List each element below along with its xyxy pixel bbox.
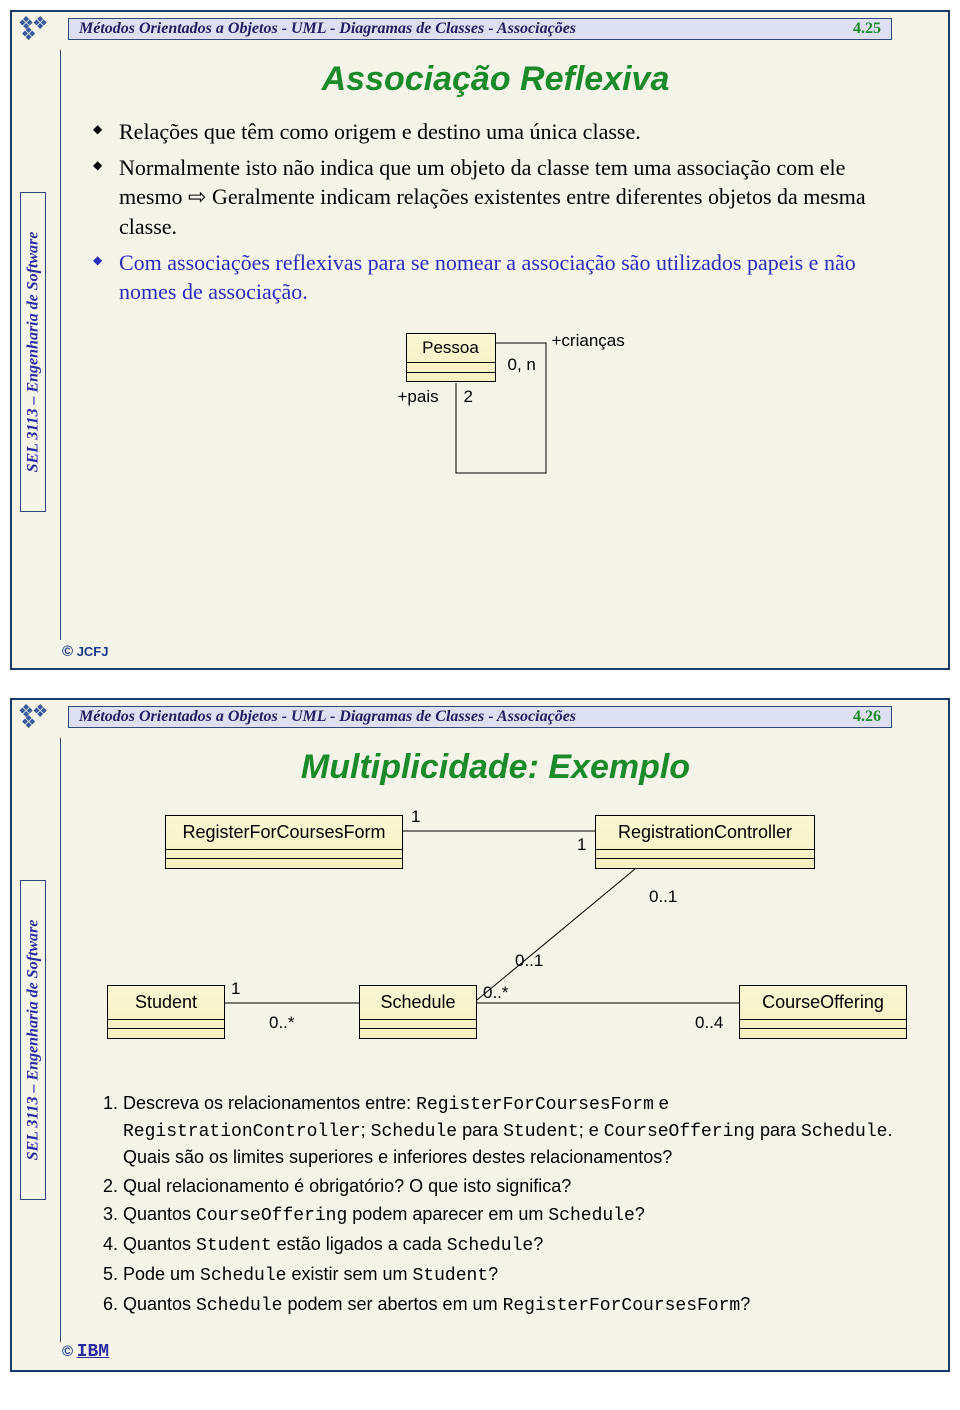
- bullet-list: Relações que têm como origem e destino u…: [61, 117, 930, 307]
- footer-author: JCFJ: [77, 644, 109, 659]
- footer: © IBM: [62, 1342, 109, 1362]
- page-number: 4.26: [853, 708, 881, 726]
- corner-ornament-icon: ❖❖ ❖: [18, 706, 56, 728]
- uml-reflexive-diagram: Pessoa +crianças 0, n +pais 2: [366, 333, 626, 493]
- mult-label: 1: [577, 835, 586, 855]
- slide-content: Associação Reflexiva Relações que têm co…: [60, 50, 930, 640]
- footer: © JCFJ: [62, 643, 108, 660]
- question-item: Descreva os relacionamentos entre: Regis…: [123, 1091, 910, 1171]
- header-text: Métodos Orientados a Objetos - UML - Dia…: [79, 20, 576, 38]
- mult-label: 0..*: [483, 983, 509, 1003]
- slide-1: ❖❖ ❖ Métodos Orientados a Objetos - UML …: [10, 10, 950, 670]
- uml-role-parents: +pais: [398, 387, 439, 407]
- corner-ornament-icon: ❖❖ ❖: [18, 18, 56, 40]
- mult-label: 1: [411, 807, 420, 827]
- copyright-icon: ©: [62, 1343, 73, 1360]
- question-item: Pode um Schedule existir sem um Student?: [123, 1262, 910, 1289]
- uml-association-line: [366, 333, 626, 493]
- header-bar: Métodos Orientados a Objetos - UML - Dia…: [68, 706, 892, 728]
- mult-label: 0..1: [515, 951, 543, 971]
- slide-title: Multiplicidade: Exemplo: [61, 748, 930, 787]
- mult-label: 1: [231, 979, 240, 999]
- ibm-logo-icon: IBM: [77, 1342, 109, 1362]
- slide-content: Multiplicidade: Exemplo RegisterForCours…: [60, 738, 930, 1342]
- question-item: Quantos CourseOffering podem aparecer em…: [123, 1202, 910, 1229]
- question-list: Descreva os relacionamentos entre: Regis…: [101, 1091, 910, 1320]
- side-course-label-text: SEL 3113 – Engenharia de Software: [24, 232, 42, 473]
- page-number: 4.25: [853, 20, 881, 38]
- uml-associations: [79, 805, 939, 1085]
- question-item: Quantos Student estão ligados a cada Sch…: [123, 1232, 910, 1259]
- header-text: Métodos Orientados a Objetos - UML - Dia…: [79, 708, 576, 726]
- question-item: Quantos Schedule podem ser abertos em um…: [123, 1292, 910, 1319]
- side-course-label: SEL 3113 – Engenharia de Software: [20, 880, 46, 1200]
- side-course-label-text: SEL 3113 – Engenharia de Software: [24, 920, 42, 1161]
- uml-mult-parents: 2: [464, 387, 473, 407]
- bullet-item: Com associações reflexivas para se nomea…: [93, 248, 912, 307]
- slide-title: Associação Reflexiva: [61, 60, 930, 99]
- copyright-icon: ©: [62, 643, 73, 660]
- bullet-item: Relações que têm como origem e destino u…: [93, 117, 912, 147]
- side-course-label: SEL 3113 – Engenharia de Software: [20, 192, 46, 512]
- slide-2: ❖❖ ❖ Métodos Orientados a Objetos - UML …: [10, 698, 950, 1372]
- uml-multiplicity-diagram: RegisterForCoursesForm RegistrationContr…: [79, 805, 939, 1085]
- uml-mult-children: 0, n: [508, 355, 536, 375]
- bullet-item: Normalmente isto não indica que um objet…: [93, 153, 912, 242]
- header-bar: Métodos Orientados a Objetos - UML - Dia…: [68, 18, 892, 40]
- uml-role-children: +crianças: [552, 331, 625, 351]
- mult-label: 0..*: [269, 1013, 295, 1033]
- mult-label: 0..1: [649, 887, 677, 907]
- mult-label: 0..4: [695, 1013, 723, 1033]
- question-item: Qual relacionamento é obrigatório? O que…: [123, 1174, 910, 1199]
